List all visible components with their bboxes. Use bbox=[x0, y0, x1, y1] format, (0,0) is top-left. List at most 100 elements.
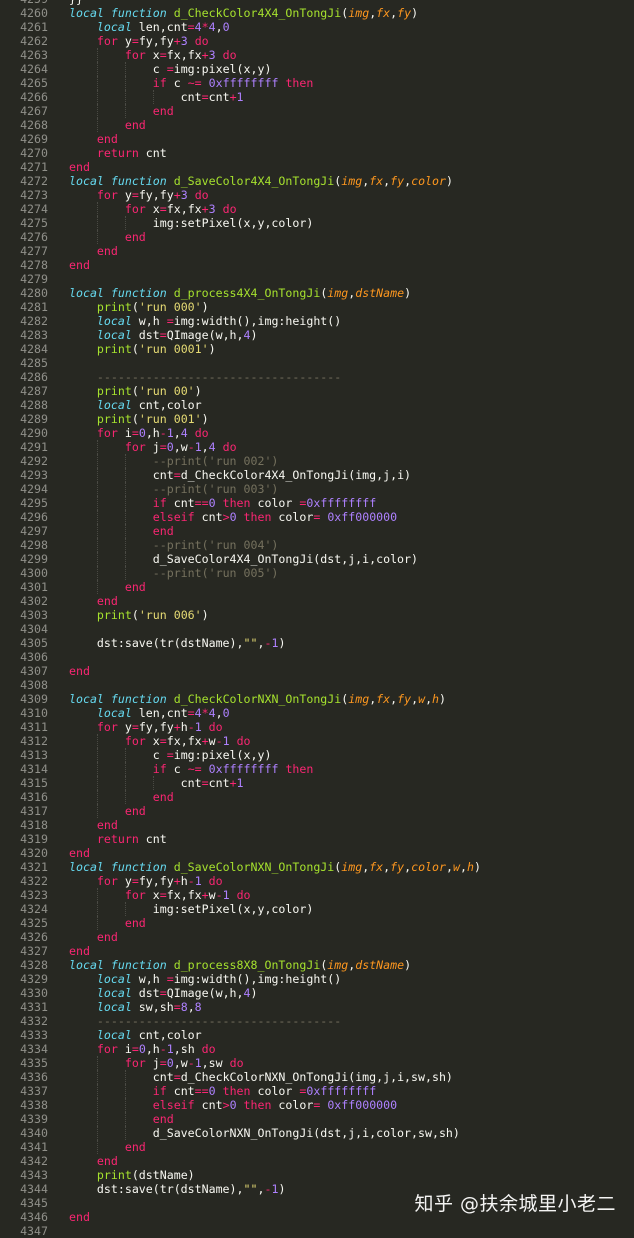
code-editor[interactable]: 4259}}4260local function d_CheckColor4X4… bbox=[0, 0, 634, 1238]
line-number: 4290 bbox=[20, 426, 48, 440]
code-line[interactable]: 4313 c =img:pixel(x,y) bbox=[0, 748, 634, 762]
code-line[interactable]: 4275 img:setPixel(x,y,color) bbox=[0, 216, 634, 230]
indent-guide bbox=[97, 48, 98, 62]
code-line[interactable]: 4339 end bbox=[0, 1112, 634, 1126]
code-line[interactable]: 4263 for x=fx,fx+3 do bbox=[0, 48, 634, 62]
code-line[interactable]: 4300 --print('run 005') bbox=[0, 566, 634, 580]
code-line[interactable]: 4334 for i=0,h-1,sh do bbox=[0, 1042, 634, 1056]
code-line[interactable]: 4321 local function d_SaveColorNXN_OnTong… bbox=[0, 860, 634, 874]
code-line[interactable]: 4283 local dst=QImage(w,h,4) bbox=[0, 328, 634, 342]
code-line[interactable]: 4268 end bbox=[0, 118, 634, 132]
code-line[interactable]: 4262 for y=fy,fy+3 do bbox=[0, 34, 634, 48]
code-line[interactable]: 4335 for j=0,w-1,sw do bbox=[0, 1056, 634, 1070]
code-line[interactable]: 4294 --print('run 003') bbox=[0, 482, 634, 496]
code-line[interactable]: 4260 local function d_CheckColor4X4_OnTon… bbox=[0, 6, 634, 20]
code-line[interactable]: 4265 if c ~= 0xffffffff then bbox=[0, 76, 634, 90]
code-line[interactable]: 4277 end bbox=[0, 244, 634, 258]
code-text: local function d_process4X4_OnTongJi(img… bbox=[69, 286, 411, 300]
code-line[interactable]: 4281 print('run 000') bbox=[0, 300, 634, 314]
code-line[interactable]: 4301 end bbox=[0, 580, 634, 594]
code-line[interactable]: 4338 elseif cnt>0 then color= 0xff000000 bbox=[0, 1098, 634, 1112]
code-line[interactable]: 4318 end bbox=[0, 818, 634, 832]
code-token: - bbox=[215, 888, 223, 902]
code-line[interactable]: 4306 bbox=[0, 650, 634, 664]
code-line[interactable]: 4297 end bbox=[0, 524, 634, 538]
code-line[interactable]: 4296 elseif cnt>0 then color= 0xff000000 bbox=[0, 510, 634, 524]
code-line[interactable]: 4326 end bbox=[0, 930, 634, 944]
code-line[interactable]: 4278 end bbox=[0, 258, 634, 272]
code-line[interactable]: 4289 print('run 001') bbox=[0, 412, 634, 426]
code-line[interactable]: 4287 print('run 00') bbox=[0, 384, 634, 398]
code-line[interactable]: 4266 cnt=cnt+1 bbox=[0, 90, 634, 104]
code-line[interactable]: 4322 for y=fy,fy+h-1 do bbox=[0, 874, 634, 888]
code-line[interactable]: 4341 end bbox=[0, 1140, 634, 1154]
code-line[interactable]: 4269 end bbox=[0, 132, 634, 146]
code-line[interactable]: 4311 for y=fy,fy+h-1 do bbox=[0, 720, 634, 734]
code-line[interactable]: 4291 for j=0,w-1,4 do bbox=[0, 440, 634, 454]
code-line[interactable]: 4308 bbox=[0, 678, 634, 692]
code-line[interactable]: 4284 print('run 0001') bbox=[0, 342, 634, 356]
code-line[interactable]: 4340 d_SaveColorNXN_OnTongJi(dst,j,i,col… bbox=[0, 1126, 634, 1140]
code-token: 1 bbox=[166, 426, 174, 440]
code-text: elseif cnt>0 then color= 0xff000000 bbox=[69, 1098, 397, 1112]
code-line[interactable]: 4261 local len,cnt=4*4,0 bbox=[0, 20, 634, 34]
code-line[interactable]: 4323 for x=fx,fx+w-1 do bbox=[0, 888, 634, 902]
code-line[interactable]: 4329 local w,h =img:width(),img:height() bbox=[0, 972, 634, 986]
code-line[interactable]: 4302 end bbox=[0, 594, 634, 608]
code-line[interactable]: 4279 bbox=[0, 272, 634, 286]
code-line[interactable]: 4298 --print('run 004') bbox=[0, 538, 634, 552]
code-line[interactable]: 4319 return cnt bbox=[0, 832, 634, 846]
code-line[interactable]: 4290 for i=0,h-1,4 do bbox=[0, 426, 634, 440]
code-line[interactable]: 4270 return cnt bbox=[0, 146, 634, 160]
code-line[interactable]: 4347 bbox=[0, 1224, 634, 1238]
code-line[interactable]: 4264 c =img:pixel(x,y) bbox=[0, 62, 634, 76]
code-line[interactable]: 4331 local sw,sh=8,8 bbox=[0, 1000, 634, 1014]
code-line[interactable]: 4324 img:setPixel(x,y,color) bbox=[0, 902, 634, 916]
code-line[interactable]: 4337 if cnt==0 then color =0xffffffff bbox=[0, 1084, 634, 1098]
line-number: 4260 bbox=[20, 6, 48, 20]
code-line[interactable]: 4299 d_SaveColor4X4_OnTongJi(dst,j,i,col… bbox=[0, 552, 634, 566]
code-line[interactable]: 4312 for x=fx,fx+w-1 do bbox=[0, 734, 634, 748]
code-line[interactable]: 4280 local function d_process4X4_OnTongJi… bbox=[0, 286, 634, 300]
code-line[interactable]: 4293 cnt=d_CheckColor4X4_OnTongJi(img,j,… bbox=[0, 468, 634, 482]
code-line[interactable]: 4304 bbox=[0, 622, 634, 636]
code-line[interactable]: 4271 end bbox=[0, 160, 634, 174]
code-line[interactable]: 4310 local len,cnt=4*4,0 bbox=[0, 706, 634, 720]
indent-guide bbox=[125, 762, 126, 776]
code-line[interactable]: 4303 print('run 006') bbox=[0, 608, 634, 622]
code-line[interactable]: 4295 if cnt==0 then color =0xffffffff bbox=[0, 496, 634, 510]
code-line[interactable]: 4282 local w,h =img:width(),img:height() bbox=[0, 314, 634, 328]
code-line[interactable]: 4336 cnt=d_CheckColorNXN_OnTongJi(img,j,… bbox=[0, 1070, 634, 1084]
code-line[interactable]: 4343 print(dstName) bbox=[0, 1168, 634, 1182]
code-line[interactable]: 4315 cnt=cnt+1 bbox=[0, 776, 634, 790]
code-line[interactable]: 4317 end bbox=[0, 804, 634, 818]
code-line[interactable]: 4273 for y=fy,fy+3 do bbox=[0, 188, 634, 202]
code-line[interactable]: 4328 local function d_process8X8_OnTongJi… bbox=[0, 958, 634, 972]
code-line[interactable]: 4292 --print('run 002') bbox=[0, 454, 634, 468]
code-line[interactable]: 4286 ----------------------------------- bbox=[0, 370, 634, 384]
code-line[interactable]: 4307 end bbox=[0, 664, 634, 678]
code-line[interactable]: 4342 end bbox=[0, 1154, 634, 1168]
code-token: 1 bbox=[222, 734, 230, 748]
code-line[interactable]: 4285 bbox=[0, 356, 634, 370]
code-line[interactable]: 4320 end bbox=[0, 846, 634, 860]
code-line[interactable]: 4314 if c ~= 0xffffffff then bbox=[0, 762, 634, 776]
code-line[interactable]: 4276 end bbox=[0, 230, 634, 244]
code-line[interactable]: 4274 for x=fx,fx+3 do bbox=[0, 202, 634, 216]
code-line[interactable]: 4288 local cnt,color bbox=[0, 398, 634, 412]
code-line[interactable]: 4327 end bbox=[0, 944, 634, 958]
code-line[interactable]: 4332 ----------------------------------- bbox=[0, 1014, 634, 1028]
code-line[interactable]: 4325 end bbox=[0, 916, 634, 930]
code-token: 4 bbox=[243, 328, 251, 342]
code-line[interactable]: 4267 end bbox=[0, 104, 634, 118]
code-line[interactable]: 4272 local function d_SaveColor4X4_OnTong… bbox=[0, 174, 634, 188]
code-line[interactable]: 4316 end bbox=[0, 790, 634, 804]
line-number: 4346 bbox=[20, 1210, 48, 1224]
code-line[interactable]: 4333 local cnt,color bbox=[0, 1028, 634, 1042]
code-line[interactable]: 4305 dst:save(tr(dstName),"",-1) bbox=[0, 636, 634, 650]
code-line[interactable]: 4309 local function d_CheckColorNXN_OnTon… bbox=[0, 692, 634, 706]
code-line[interactable]: 4330 local dst=QImage(w,h,4) bbox=[0, 986, 634, 1000]
